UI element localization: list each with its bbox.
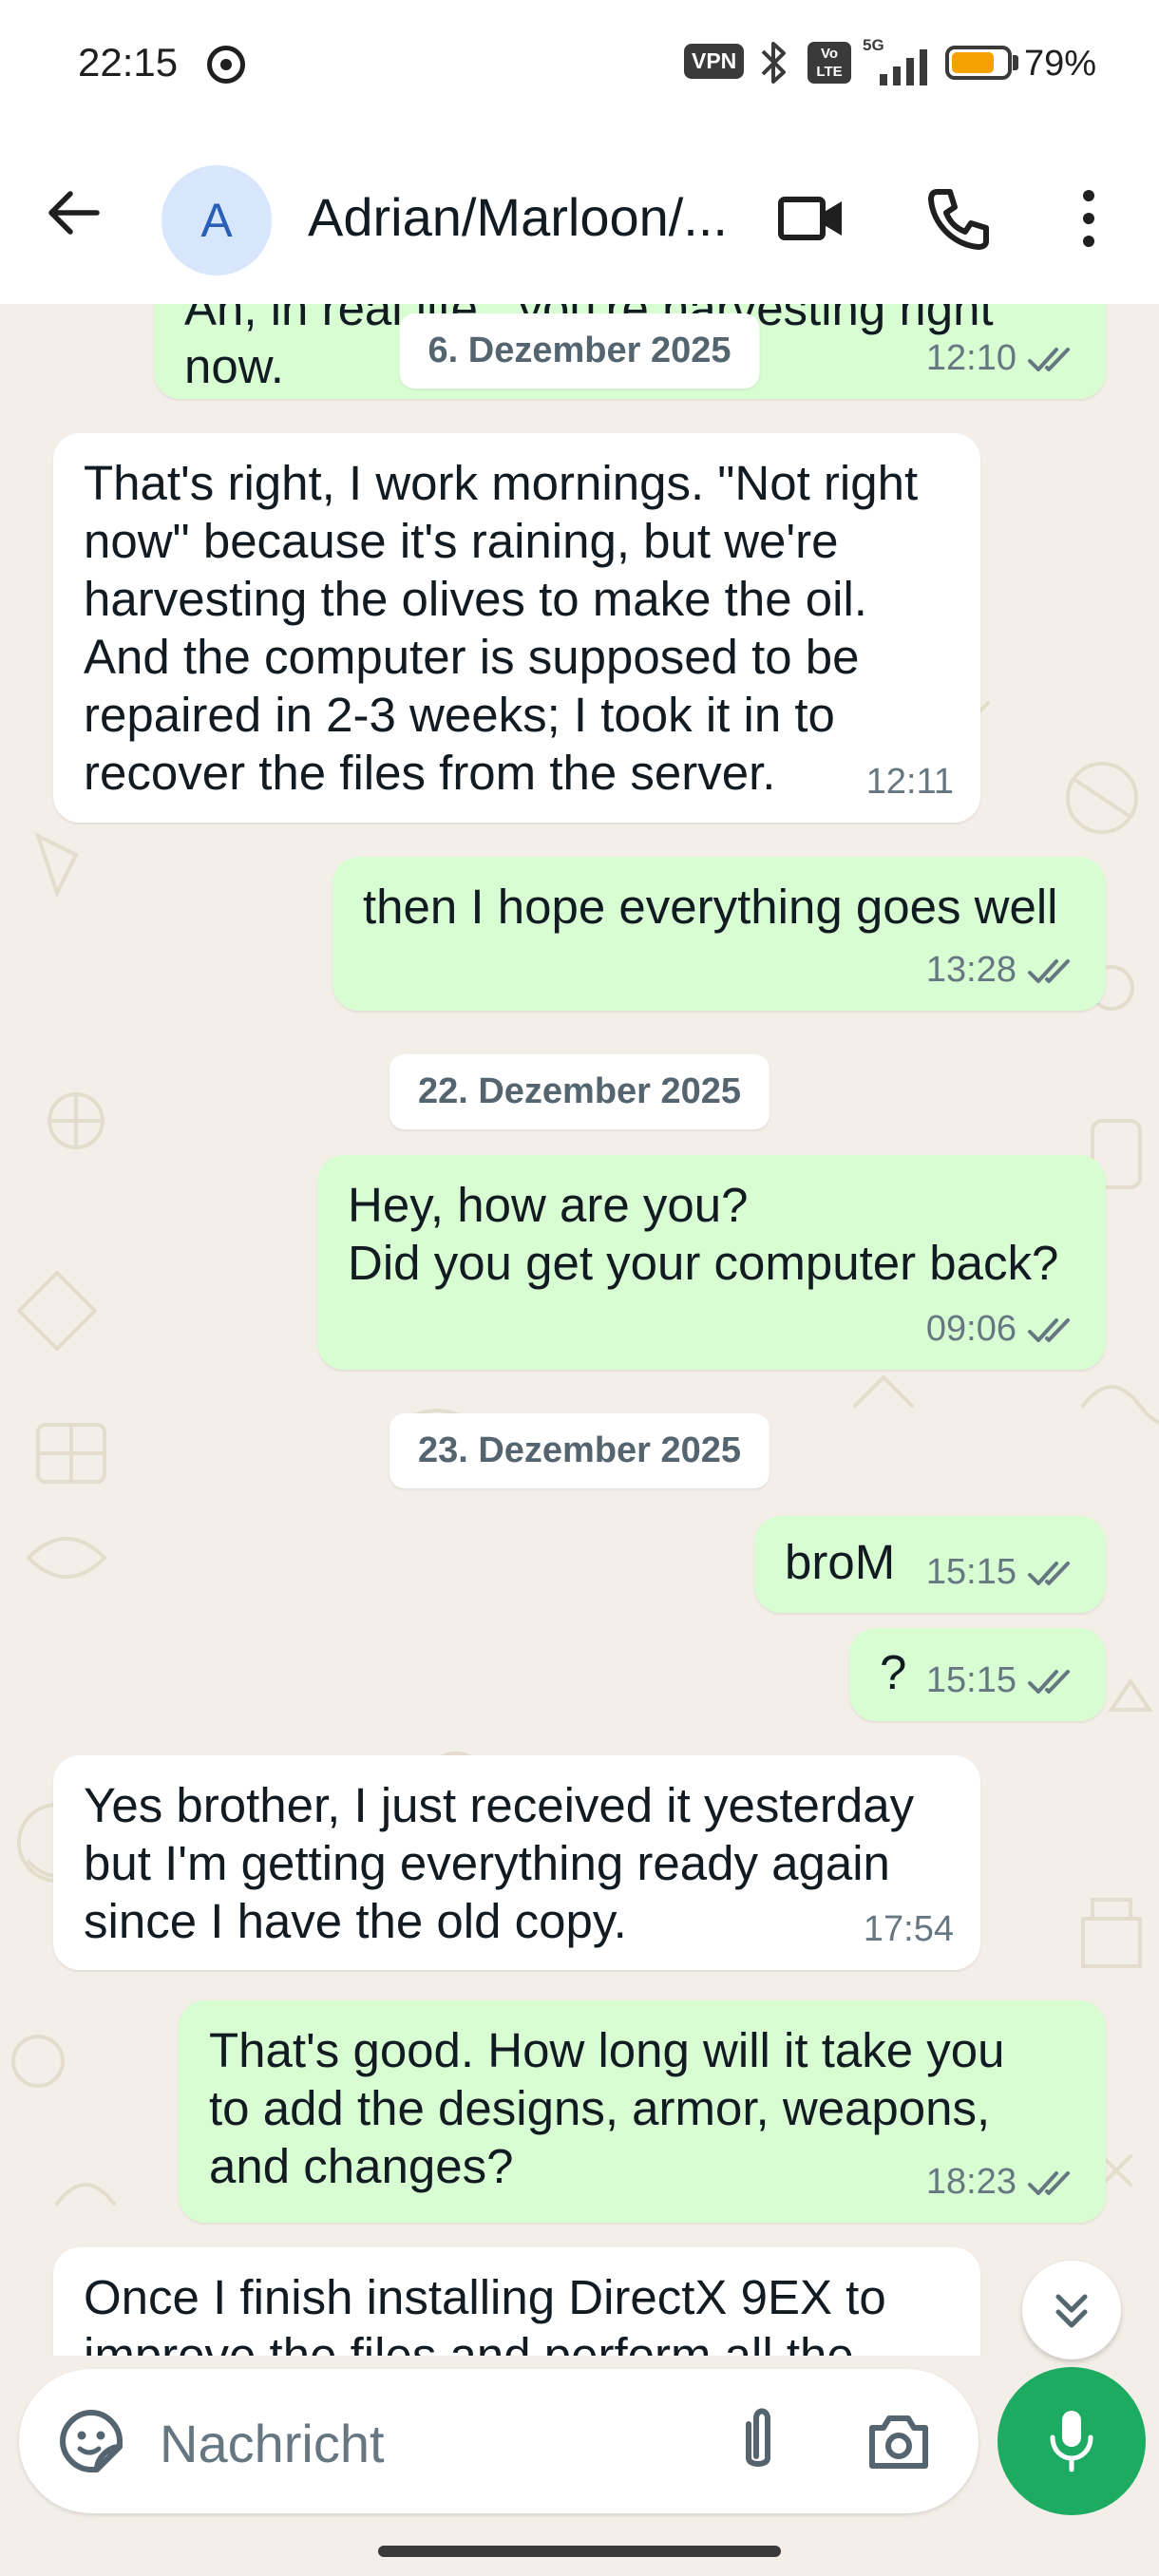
more-vertical-icon[interactable] — [1068, 182, 1110, 255]
message-meta: 17:54 — [864, 1901, 954, 1959]
battery-icon — [945, 46, 1012, 80]
video-call-icon[interactable] — [775, 182, 847, 255]
volte-icon: Vo LTE — [808, 42, 851, 84]
message-text: ? — [880, 1645, 907, 1699]
message-text: That's right, I work mornings. "Not righ… — [84, 456, 919, 800]
status-bar: 22:15 VPN Vo LTE 5G 79% — [0, 0, 1159, 133]
message-text: Yes brother, I just received it yesterda… — [84, 1778, 915, 1948]
message-text: That's good. How long will it take you t… — [209, 2023, 1005, 2193]
message-text: Once I finish installing DirectX 9EX to … — [84, 2270, 886, 2356]
mic-button[interactable] — [998, 2367, 1146, 2515]
message-time: 15:15 — [925, 1660, 1016, 1700]
gesture-nav-bar[interactable] — [378, 2546, 781, 2557]
read-ticks-icon — [1028, 2170, 1070, 2195]
message-bubble-incoming[interactable]: That's right, I work mornings. "Not righ… — [53, 433, 980, 823]
signal-icon: 5G — [863, 36, 931, 85]
message-meta: 12:10 — [926, 330, 1079, 388]
chat-header: A Adrian/Marloon/... — [0, 133, 1159, 304]
date-separator: 6. Dezember 2025 — [399, 313, 760, 388]
message-bubble-incoming[interactable]: Yes brother, I just received it yesterda… — [53, 1755, 980, 1970]
message-meta: 09:06 — [926, 1300, 1079, 1358]
bluetooth-icon — [761, 42, 786, 84]
message-time: 13:28 — [925, 950, 1016, 990]
status-time: 22:15 — [78, 40, 179, 85]
message-bubble-incoming[interactable]: Once I finish installing DirectX 9EX to … — [53, 2247, 980, 2356]
date-separator: 23. Dezember 2025 — [389, 1413, 770, 1488]
message-list[interactable]: Ah, in real life , you're harvesting rig… — [0, 304, 1159, 2356]
vpn-badge: VPN — [684, 44, 745, 79]
message-text: Hey, how are you? Did you get your compu… — [348, 1178, 1059, 1290]
back-arrow-icon[interactable] — [44, 182, 104, 243]
message-bubble-outgoing[interactable]: then I hope everything goes well 13:28 — [332, 857, 1106, 1011]
message-text: broM — [785, 1535, 896, 1589]
message-meta: 15:15 — [926, 1652, 1079, 1710]
message-time: 09:06 — [925, 1309, 1016, 1349]
message-meta: 18:23 — [926, 2153, 1079, 2211]
mic-icon — [1050, 2411, 1093, 2472]
message-time: 17:54 — [863, 1909, 954, 1949]
date-separator: 22. Dezember 2025 — [389, 1054, 770, 1129]
message-input[interactable]: Nachricht — [160, 2413, 385, 2474]
message-time: 18:23 — [925, 2162, 1016, 2202]
message-bubble-outgoing[interactable]: Hey, how are you? Did you get your compu… — [317, 1155, 1106, 1370]
scroll-to-bottom-button[interactable] — [1022, 2261, 1121, 2359]
attach-icon[interactable] — [728, 2403, 788, 2479]
message-bubble-outgoing[interactable]: broM 15:15 — [754, 1516, 1106, 1613]
read-ticks-icon — [1028, 1317, 1070, 1342]
read-ticks-icon — [1028, 1669, 1070, 1694]
message-meta: 13:28 — [926, 941, 1079, 999]
message-meta: 15:15 — [926, 1544, 1079, 1601]
battery-fill — [952, 52, 994, 73]
phone-icon[interactable] — [923, 182, 996, 255]
read-ticks-icon — [1028, 1561, 1070, 1585]
battery-percent: 79% — [1024, 44, 1097, 84]
message-time: 15:15 — [925, 1552, 1016, 1592]
read-ticks-icon — [1028, 347, 1070, 371]
chat-title[interactable]: Adrian/Marloon/... — [308, 186, 735, 248]
avatar[interactable]: A — [162, 165, 272, 275]
chevron-double-down-icon — [1055, 2294, 1088, 2328]
message-bubble-outgoing[interactable]: ? 15:15 — [849, 1628, 1106, 1721]
camera-icon[interactable] — [863, 2405, 935, 2477]
battery-tip — [1013, 55, 1018, 70]
message-composer[interactable]: Nachricht — [19, 2369, 978, 2513]
read-ticks-icon — [1028, 958, 1070, 983]
message-bubble-outgoing[interactable]: That's good. How long will it take you t… — [179, 2000, 1106, 2223]
message-time: 12:11 — [865, 762, 954, 802]
message-text: then I hope everything goes well — [363, 880, 1058, 934]
message-meta: 12:11 — [866, 753, 954, 811]
screen-record-icon — [207, 46, 245, 84]
sticker-icon[interactable] — [55, 2405, 127, 2477]
message-time: 12:10 — [925, 338, 1016, 378]
